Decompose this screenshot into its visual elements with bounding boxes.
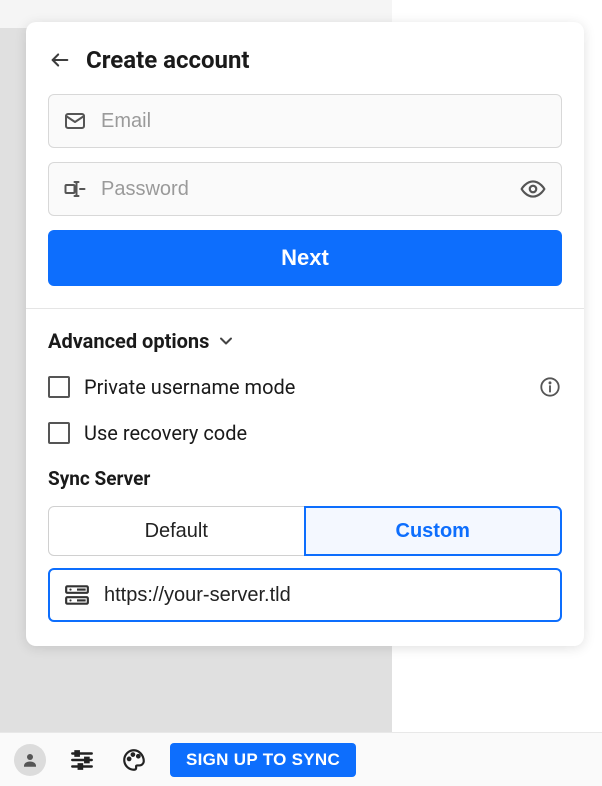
password-input[interactable] bbox=[101, 178, 505, 201]
advanced-options-title: Advanced options bbox=[48, 329, 209, 353]
mail-icon bbox=[63, 109, 87, 133]
sync-server-title: Sync Server bbox=[48, 467, 562, 490]
sync-server-url-wrapper[interactable] bbox=[48, 568, 562, 622]
recovery-code-checkbox[interactable] bbox=[48, 422, 70, 444]
info-icon[interactable] bbox=[538, 375, 562, 399]
private-username-label: Private username mode bbox=[84, 375, 524, 399]
private-username-row: Private username mode bbox=[48, 375, 562, 399]
server-icon bbox=[64, 582, 90, 608]
password-cursor-icon bbox=[63, 177, 87, 201]
sync-server-url-input[interactable] bbox=[104, 584, 546, 607]
sync-server-default-tab[interactable]: Default bbox=[48, 506, 305, 556]
recovery-code-label: Use recovery code bbox=[84, 421, 562, 445]
sign-up-to-sync-button[interactable]: SIGN UP TO SYNC bbox=[170, 743, 356, 777]
title-row: Create account bbox=[48, 46, 562, 74]
avatar-button[interactable] bbox=[14, 744, 46, 776]
email-input[interactable] bbox=[101, 110, 547, 133]
create-account-panel: Create account Next bbox=[26, 22, 584, 646]
eye-icon[interactable] bbox=[519, 175, 547, 203]
palette-icon[interactable] bbox=[118, 744, 150, 776]
email-field-wrapper[interactable] bbox=[48, 94, 562, 148]
password-field-wrapper[interactable] bbox=[48, 162, 562, 216]
sync-server-segmented: Default Custom bbox=[48, 506, 562, 556]
private-username-checkbox[interactable] bbox=[48, 376, 70, 398]
back-arrow-icon[interactable] bbox=[48, 48, 72, 72]
page-title: Create account bbox=[86, 46, 250, 74]
recovery-code-row: Use recovery code bbox=[48, 421, 562, 445]
tune-icon[interactable] bbox=[66, 744, 98, 776]
advanced-options-toggle[interactable]: Advanced options bbox=[48, 329, 562, 353]
next-button[interactable]: Next bbox=[48, 230, 562, 286]
chevron-down-icon bbox=[215, 330, 237, 352]
bottom-toolbar: SIGN UP TO SYNC bbox=[0, 732, 602, 786]
panel-top: Create account Next bbox=[26, 22, 584, 308]
sync-server-custom-tab[interactable]: Custom bbox=[304, 506, 563, 556]
advanced-section: Advanced options Private username mode U… bbox=[26, 309, 584, 646]
